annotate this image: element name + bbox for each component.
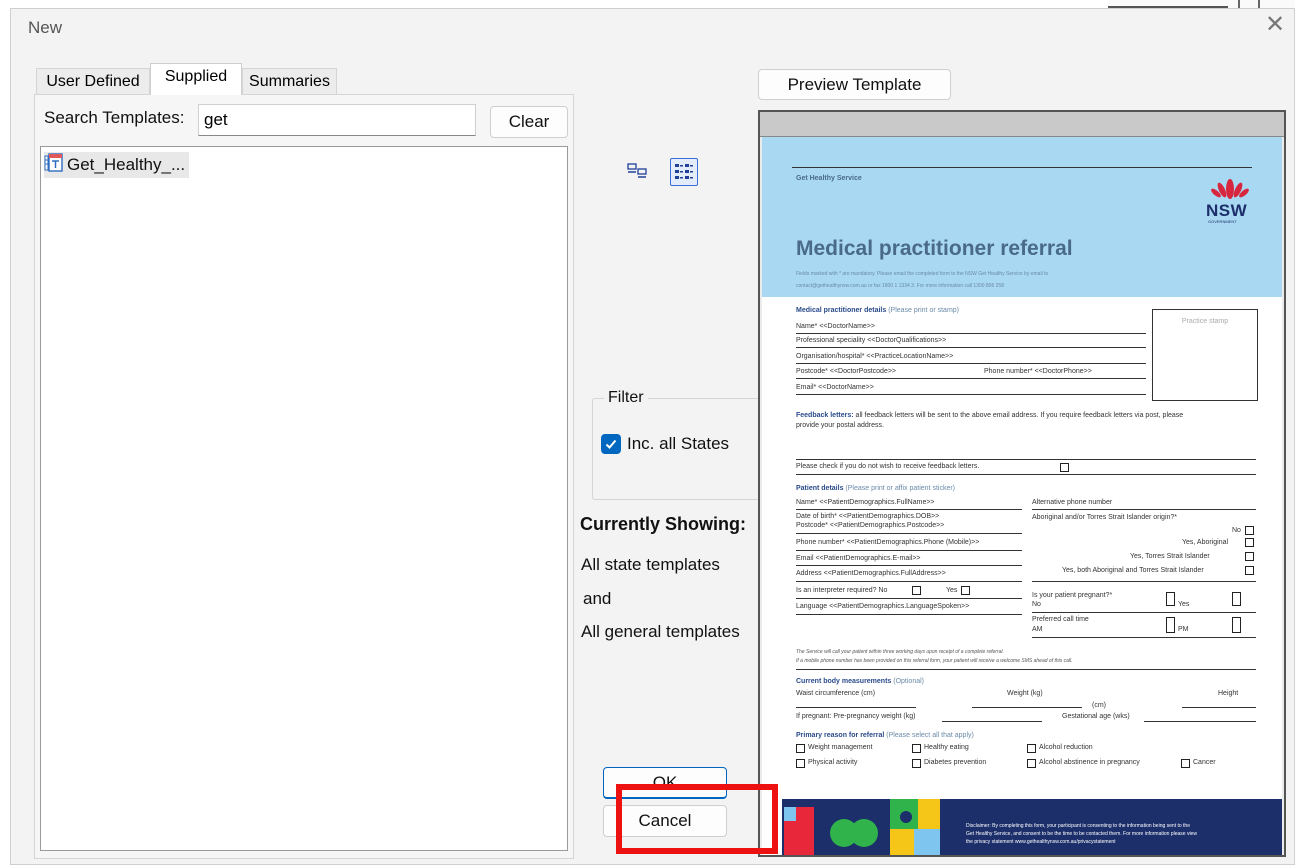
- doc-reason-1: Weight management: [808, 744, 873, 751]
- doc-patient-interpreter: Is an interpreter required? No: [796, 587, 888, 594]
- doc-field-org: Organisation/hospital* <<PracticeLocatio…: [796, 353, 954, 360]
- doc-preg-yes: Yes: [1178, 601, 1190, 608]
- doc-ab-tsi: Yes, Torres Strait Islander: [1130, 553, 1210, 560]
- doc-weight: Weight (kg): [1007, 690, 1043, 697]
- doc-ab-no: No: [1232, 527, 1241, 534]
- doc-interp-yes: Yes: [946, 587, 958, 594]
- ok-button[interactable]: OK: [603, 767, 727, 799]
- doc-patient-postcode: Postcode* <<PatientDemographics.Postcode…: [796, 522, 945, 529]
- doc-field-prof: Professional speciality <<DoctorQualific…: [796, 337, 947, 344]
- filter-legend: Filter: [604, 389, 648, 407]
- doc-section-patient: Patient details (Please print or affix p…: [796, 485, 956, 492]
- doc-section-body: Current body measurements (Optional): [796, 678, 924, 685]
- currently-showing-title: Currently Showing:: [580, 514, 746, 534]
- cancel-button[interactable]: Cancel: [603, 805, 727, 837]
- showing-line-2: and: [583, 589, 612, 608]
- doc-call-pm: PM: [1178, 626, 1189, 633]
- nsw-logo-text: NSW: [1206, 201, 1248, 220]
- list-item-label: Get_Healthy_...: [67, 155, 186, 174]
- doc-section-doctor: Medical practitioner details (Please pri…: [796, 307, 960, 314]
- search-label: Search Templates:: [44, 108, 185, 127]
- doc-reason-7: Cancer: [1193, 759, 1216, 766]
- doc-disclaimer-2: Get Healthy Service, and consent to be t…: [966, 831, 1197, 837]
- doc-intro-2: contact@gethealthynsw.com.au or fax 1800…: [796, 283, 1004, 289]
- checkmark-icon: [605, 439, 617, 449]
- include-all-states-checkbox[interactable]: [601, 434, 621, 454]
- doc-pregnant: Is your patient pregnant?*: [1032, 592, 1113, 599]
- footer-graphics-icon: [762, 799, 940, 855]
- preview-header-bar: [760, 112, 1284, 137]
- doc-height: Height: [1218, 690, 1239, 697]
- doc-ab-yes: Yes, Aboriginal: [1182, 539, 1229, 546]
- doc-aboriginal: Aboriginal and/or Torres Strait Islander…: [1032, 514, 1178, 521]
- doc-reason-4: Physical activity: [808, 759, 858, 766]
- template-list[interactable]: [40, 146, 568, 851]
- doc-reason-2: Healthy eating: [924, 744, 969, 751]
- close-icon[interactable]: ✕: [1262, 12, 1288, 38]
- dialog-title: New: [28, 18, 63, 37]
- tab-summaries[interactable]: Summaries: [242, 68, 337, 95]
- tab-supplied[interactable]: Supplied: [150, 63, 242, 95]
- doc-reason-6: Alcohol abstinence in pregnancy: [1039, 759, 1140, 766]
- doc-waist: Waist circumference (cm): [796, 690, 876, 697]
- include-all-states-label: Inc. all States: [627, 434, 730, 453]
- doc-reason-5: Diabetes prevention: [924, 759, 987, 766]
- doc-stamp-box: Practice stamp: [1152, 309, 1258, 401]
- doc-patient-dob: Date of birth* <<PatientDemographics.DOB…: [796, 513, 940, 520]
- showing-line-3: All general templates: [581, 622, 740, 641]
- doc-ab-both: Yes, both Aboriginal and Torres Strait I…: [1062, 567, 1204, 574]
- doc-preg-no: No: [1032, 601, 1041, 608]
- doc-call-time: Preferred call time: [1032, 616, 1089, 623]
- doc-height-unit: (cm): [1092, 702, 1106, 709]
- grid-view-icon[interactable]: [670, 158, 698, 186]
- preview-document: Get Healthy Service NSW GOVERNMENT Medic…: [762, 137, 1282, 855]
- doc-gest-age: Gestational age (wks): [1062, 713, 1130, 720]
- doc-alt-phone: Alternative phone number: [1032, 499, 1113, 506]
- list-item[interactable]: Get_Healthy_...: [44, 152, 190, 178]
- doc-call-am: AM: [1032, 626, 1043, 633]
- nsw-logo-sub: GOVERNMENT: [1208, 219, 1237, 224]
- search-input[interactable]: [198, 104, 476, 136]
- clear-button[interactable]: Clear: [490, 106, 568, 138]
- doc-field-phone: Phone number* <<DoctorPhone>>: [984, 368, 1092, 375]
- doc-footer-band: Disclaimer: By completing this form, you…: [762, 799, 1282, 855]
- doc-patient-phone: Phone number* <<PatientDemographics.Phon…: [796, 539, 980, 546]
- doc-patient-address: Address <<PatientDemographics.FullAddres…: [796, 570, 946, 577]
- doc-patient-language: Language <<PatientDemographics.LanguageS…: [796, 603, 970, 610]
- doc-section-reason: Primary reason for referral (Please sele…: [796, 732, 974, 739]
- doc-field-email: Email* <<DoctorName>>: [796, 384, 874, 391]
- single-view-icon[interactable]: [625, 160, 649, 184]
- doc-field-postcode: Postcode* <<DoctorPostcode>>: [796, 368, 897, 375]
- showing-line-1: All state templates: [581, 555, 720, 574]
- doc-intro-1: Fields marked with * are mandatory. Plea…: [796, 271, 1049, 277]
- doc-feedback-check: Please check if you do not wish to recei…: [796, 463, 980, 470]
- doc-disclaimer-3: the privacy statement www.gethealthynsw.…: [966, 839, 1116, 845]
- doc-title: Medical practitioner referral: [796, 237, 1073, 260]
- doc-preg-weight: If pregnant: Pre-pregnancy weight (kg): [796, 713, 916, 720]
- doc-service-name: Get Healthy Service: [796, 175, 862, 182]
- doc-feedback: Feedback letters: all feedback letters w…: [796, 412, 1184, 419]
- doc-disclaimer-1: Disclaimer: By completing this form, you…: [966, 823, 1190, 829]
- doc-patient-email: Email <<PatientDemographics.E-mail>>: [796, 555, 921, 562]
- doc-reason-3: Alcohol reduction: [1039, 744, 1093, 751]
- tab-user-defined[interactable]: User Defined: [36, 68, 150, 95]
- preview-template-button[interactable]: Preview Template: [758, 69, 951, 100]
- doc-note-2: If a mobile phone number has been provid…: [796, 658, 1073, 664]
- doc-patient-name: Name* <<PatientDemographics.FullName>>: [796, 499, 935, 506]
- doc-field-name: Name* <<DoctorName>>: [796, 323, 875, 330]
- doc-feedback-2: provide your postal address.: [796, 422, 884, 429]
- doc-note-1: The Service will call your patient withi…: [796, 649, 1004, 655]
- template-doc-icon: [44, 152, 64, 178]
